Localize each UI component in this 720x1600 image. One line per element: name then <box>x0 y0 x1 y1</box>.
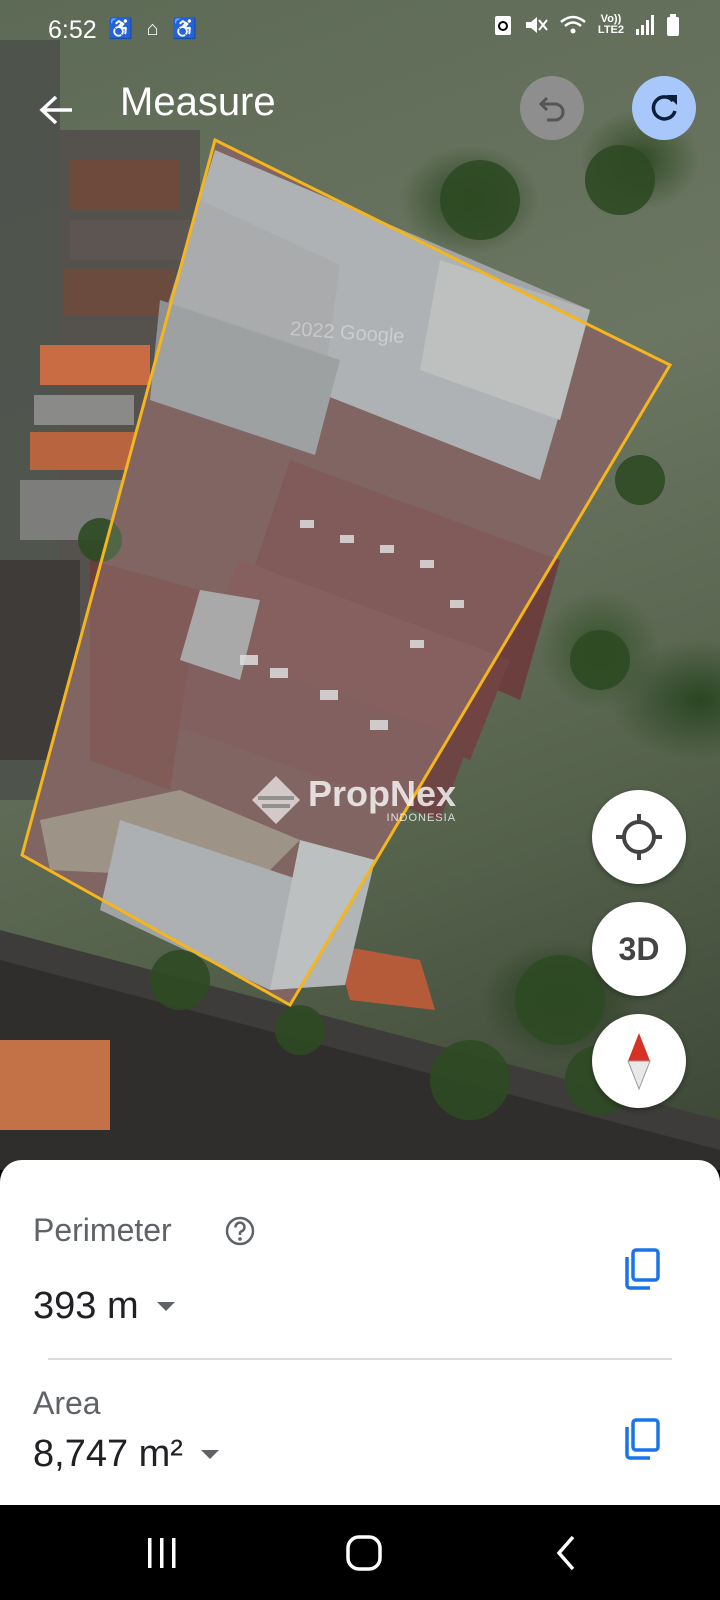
signal-icon <box>636 15 654 35</box>
area-value-dropdown[interactable]: 8,747 m² <box>33 1433 219 1476</box>
crosshair-icon <box>616 814 662 860</box>
view-3d-button[interactable]: 3D <box>592 902 686 996</box>
help-icon <box>225 1216 255 1246</box>
propnex-logo-icon <box>252 776 300 824</box>
area-label: Area <box>33 1385 101 1421</box>
mute-icon <box>525 17 548 33</box>
my-location-button[interactable] <box>592 790 686 884</box>
recent-apps-icon <box>148 1538 176 1568</box>
notification-icons: ♿ ⌂ ♿ <box>108 18 201 40</box>
undo-icon <box>538 96 565 122</box>
status-right: Vo)) LTE2 <box>494 14 680 36</box>
satellite-map[interactable]: 2022 Google PropNex INDONESIA 6:52 ♿ ⌂ ♿… <box>0 0 720 1170</box>
battery-icon <box>667 14 679 36</box>
back-nav-button[interactable] <box>536 1525 596 1581</box>
status-time: 6:52 <box>48 16 97 44</box>
redo-icon <box>651 95 677 121</box>
watermark-name: PropNex <box>308 773 457 814</box>
perimeter-value-dropdown[interactable]: 393 m <box>33 1285 175 1328</box>
copy-icon <box>625 1248 660 1290</box>
redo-button[interactable] <box>632 76 696 140</box>
map-imagery <box>0 40 720 1170</box>
chevron-left-icon <box>556 1535 575 1571</box>
divider <box>48 1358 672 1360</box>
system-nav-bar <box>0 1505 720 1600</box>
network-lte: LTE2 <box>597 24 624 36</box>
copy-perimeter-button[interactable] <box>618 1245 666 1293</box>
recycle-icon <box>494 16 511 35</box>
perimeter-label: Perimeter <box>33 1212 172 1248</box>
home-button[interactable] <box>334 1525 394 1581</box>
copy-area-button[interactable] <box>618 1415 666 1463</box>
perimeter-value: 393 m <box>33 1285 139 1327</box>
arrow-left-icon <box>39 95 72 125</box>
undo-button[interactable] <box>520 76 584 140</box>
recent-apps-button[interactable] <box>132 1525 192 1581</box>
page-title: Measure <box>120 80 276 124</box>
area-value: 8,747 m² <box>33 1433 183 1475</box>
back-button[interactable] <box>30 84 82 136</box>
wifi-icon <box>560 15 586 34</box>
compass-icon <box>627 1033 651 1091</box>
help-button[interactable] <box>224 1215 256 1247</box>
dropdown-caret-icon <box>200 1450 219 1459</box>
watermark: PropNex INDONESIA <box>250 774 456 826</box>
status-bar: 6:52 ♿ ⌂ ♿ Vo)) LTE2 <box>0 0 720 62</box>
home-icon <box>346 1535 382 1571</box>
network-type: Vo)) LTE2 <box>598 14 624 36</box>
compass-button[interactable] <box>592 1014 686 1108</box>
dropdown-caret-icon <box>156 1302 175 1311</box>
copy-icon <box>625 1418 660 1460</box>
